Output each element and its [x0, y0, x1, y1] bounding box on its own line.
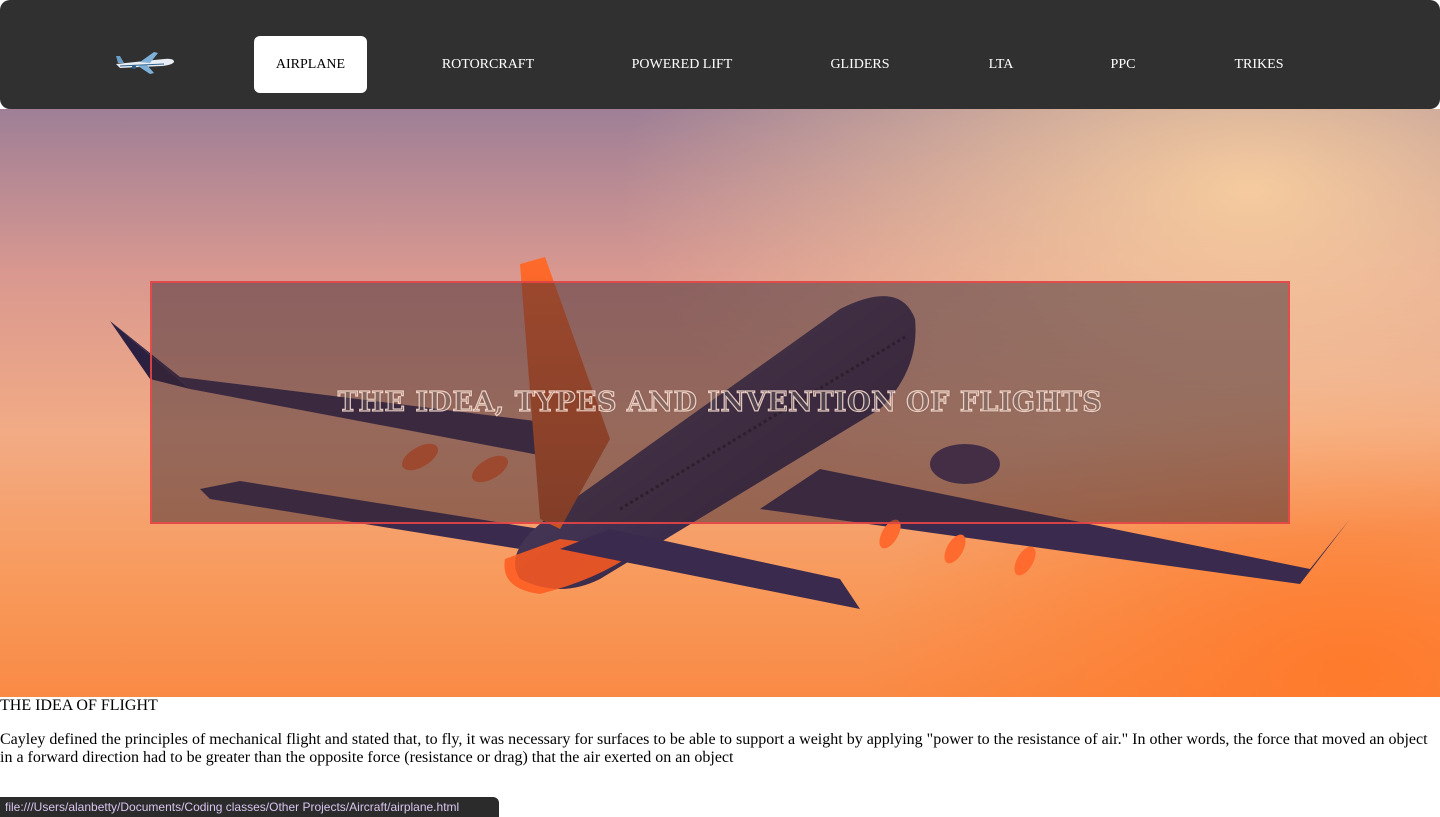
- section-paragraph: Cayley defined the principles of mechani…: [0, 731, 1428, 766]
- hero-banner: THE IDEA, TYPES AND INVENTION OF FLIGHTS: [0, 109, 1440, 697]
- top-navbar: AIRPLANE ROTORCRAFT POWERED LIFT GLIDERS…: [0, 0, 1440, 109]
- nav-item-gliders[interactable]: GLIDERS: [818, 36, 902, 93]
- nav-item-powered-lift[interactable]: POWERED LIFT: [617, 36, 747, 93]
- browser-status-bar: file:///Users/alanbetty/Documents/Coding…: [0, 797, 499, 817]
- nav-item-airplane[interactable]: AIRPLANE: [254, 36, 367, 93]
- nav-item-ppc[interactable]: PPC: [1098, 36, 1148, 93]
- section-heading: THE IDEA OF FLIGHT: [0, 697, 158, 714]
- airplane-logo-icon[interactable]: [114, 50, 176, 76]
- hero-title-overlay: THE IDEA, TYPES AND INVENTION OF FLIGHTS: [150, 281, 1290, 524]
- nav-item-lta[interactable]: LTA: [976, 36, 1026, 93]
- nav-item-trikes[interactable]: TRIKES: [1222, 36, 1296, 93]
- nav-item-rotorcraft[interactable]: ROTORCRAFT: [427, 36, 549, 93]
- hero-title: THE IDEA, TYPES AND INVENTION OF FLIGHTS: [337, 386, 1103, 418]
